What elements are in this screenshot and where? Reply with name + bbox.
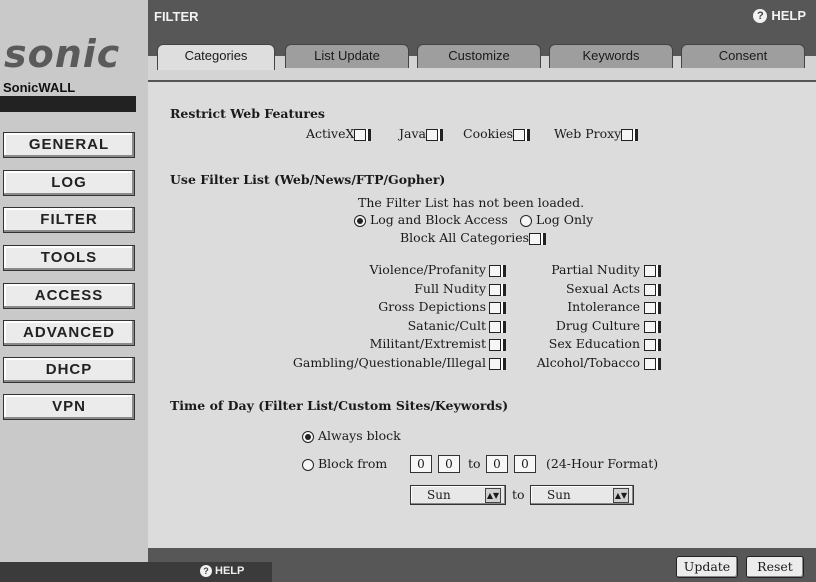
to-hour-input[interactable]: 0 — [486, 455, 508, 473]
categories-panel: Restrict Web Features ActiveX Java Cooki… — [148, 80, 816, 548]
to-label-day: to — [512, 487, 525, 502]
java-option[interactable]: Java — [399, 126, 445, 141]
tab-keywords[interactable]: Keywords — [549, 44, 673, 68]
day-from-select[interactable]: Sun ▲▼ — [410, 485, 506, 505]
sonic-logo: sonic — [4, 32, 121, 76]
log-only-option[interactable]: Log Only — [520, 212, 593, 227]
brand-bar — [0, 96, 136, 112]
category-drug-culture-checkbox[interactable] — [644, 321, 656, 333]
activex-option[interactable]: ActiveX — [306, 126, 373, 141]
category-satanic-label: Satanic/Cult — [407, 318, 486, 333]
restrict-heading: Restrict Web Features — [170, 106, 325, 121]
nav-tools-button[interactable]: TOOLS — [3, 245, 135, 271]
tab-list-update[interactable]: List Update — [285, 44, 409, 68]
update-button[interactable]: Update — [676, 556, 738, 578]
log-and-block-radio[interactable] — [354, 214, 366, 227]
help-icon: ? — [753, 8, 768, 23]
category-sex-education-label: Sex Education — [548, 336, 640, 351]
log-only-label: Log Only — [535, 212, 594, 227]
time-format-note: (24-Hour Format) — [546, 456, 659, 471]
filter-list-heading: Use Filter List (Web/News/FTP/Gopher) — [170, 172, 446, 187]
category-intolerance-label: Intolerance — [567, 299, 640, 314]
help-label: HELP — [771, 8, 806, 23]
tab-customize[interactable]: Customize — [417, 44, 541, 68]
from-minute-input[interactable]: 0 — [438, 455, 460, 473]
to-minute-input[interactable]: 0 — [514, 455, 536, 473]
nav-dhcp-button[interactable]: DHCP — [3, 357, 135, 383]
day-from-arrows-icon: ▲▼ — [485, 488, 501, 503]
category-militant-checkbox[interactable] — [489, 339, 501, 351]
category-alcohol-checkbox[interactable] — [644, 358, 656, 370]
reset-button[interactable]: Reset — [746, 556, 804, 578]
day-to-select[interactable]: Sun ▲▼ — [530, 485, 634, 505]
block-all-option[interactable]: Block All Categories — [400, 230, 548, 245]
day-to-value: Sun — [547, 488, 571, 502]
block-from-radio[interactable] — [302, 458, 314, 471]
category-partial-nudity-label: Partial Nudity — [551, 262, 640, 277]
bottom-help-bar: ? HELP — [0, 562, 272, 582]
activex-checkbox[interactable] — [354, 128, 367, 141]
nav-log-button[interactable]: LOG — [3, 170, 135, 196]
category-full-nudity-checkbox[interactable] — [489, 284, 501, 296]
filter-list-status: The Filter List has not been loaded. — [358, 195, 585, 210]
category-sex-education-checkbox[interactable] — [644, 339, 656, 351]
nav-filter-button[interactable]: FILTER — [3, 207, 135, 233]
web-proxy-label: Web Proxy — [554, 126, 622, 141]
log-only-radio[interactable] — [520, 214, 532, 227]
category-sexual-acts-checkbox[interactable] — [644, 284, 656, 296]
time-of-day-heading: Time of Day (Filter List/Custom Sites/Ke… — [170, 398, 509, 413]
cookies-option[interactable]: Cookies — [463, 126, 532, 141]
category-gambling-checkbox[interactable] — [489, 358, 501, 370]
nav-access-button[interactable]: ACCESS — [3, 283, 135, 309]
day-from-value: Sun — [427, 488, 451, 502]
java-checkbox[interactable] — [425, 128, 438, 141]
nav-general-button[interactable]: GENERAL — [3, 132, 135, 158]
cookies-checkbox[interactable] — [513, 128, 525, 141]
category-sexual-acts-label: Sexual Acts — [566, 281, 640, 296]
left-nav: sonic SonicWALL GENERAL LOG FILTER TOOLS… — [0, 0, 148, 582]
activex-label: ActiveX — [306, 126, 355, 141]
bottom-help-icon: ? — [200, 565, 212, 577]
always-block-option[interactable]: Always block — [302, 428, 401, 443]
web-proxy-checkbox[interactable] — [621, 128, 634, 141]
block-from-label: Block from — [317, 456, 388, 471]
log-and-block-label: Log and Block Access — [369, 212, 508, 227]
cookies-label: Cookies — [463, 126, 513, 141]
category-violence-checkbox[interactable] — [489, 265, 501, 277]
bottom-help-label: HELP — [215, 565, 245, 577]
category-militant-label: Militant/Extremist — [369, 336, 486, 351]
category-intolerance-checkbox[interactable] — [644, 302, 656, 314]
block-all-checkbox[interactable] — [529, 232, 542, 245]
tab-categories[interactable]: Categories — [157, 44, 275, 70]
always-block-label: Always block — [317, 428, 401, 443]
always-block-radio[interactable] — [302, 430, 314, 443]
nav-advanced-button[interactable]: ADVANCED — [3, 320, 135, 346]
java-label: Java — [399, 126, 426, 141]
category-gross-checkbox[interactable] — [489, 302, 501, 314]
to-label-time: to — [468, 456, 481, 471]
category-satanic-checkbox[interactable] — [489, 321, 501, 333]
nav-vpn-button[interactable]: VPN — [3, 394, 135, 420]
category-alcohol-label: Alcohol/Tobacco — [536, 355, 640, 370]
category-partial-nudity-checkbox[interactable] — [644, 265, 656, 277]
brand-name: SonicWALL — [3, 80, 76, 95]
day-to-arrows-icon: ▲▼ — [613, 488, 629, 503]
category-full-nudity-label: Full Nudity — [414, 281, 486, 296]
web-proxy-option[interactable]: Web Proxy — [554, 126, 640, 141]
category-drug-culture-label: Drug Culture — [555, 318, 640, 333]
help-link[interactable]: ? HELP — [753, 8, 806, 23]
category-violence-label: Violence/Profanity — [369, 262, 486, 277]
log-and-block-option[interactable]: Log and Block Access — [354, 212, 508, 227]
block-from-option[interactable]: Block from — [302, 456, 387, 471]
category-gross-label: Gross Depictions — [378, 299, 486, 314]
block-all-label: Block All Categories — [400, 230, 530, 245]
tab-consent[interactable]: Consent — [681, 44, 805, 68]
page-title: FILTER — [154, 9, 199, 24]
from-hour-input[interactable]: 0 — [410, 455, 432, 473]
bottom-help-link[interactable]: ? HELP — [200, 565, 244, 577]
category-gambling-label: Gambling/Questionable/Illegal — [292, 355, 486, 370]
